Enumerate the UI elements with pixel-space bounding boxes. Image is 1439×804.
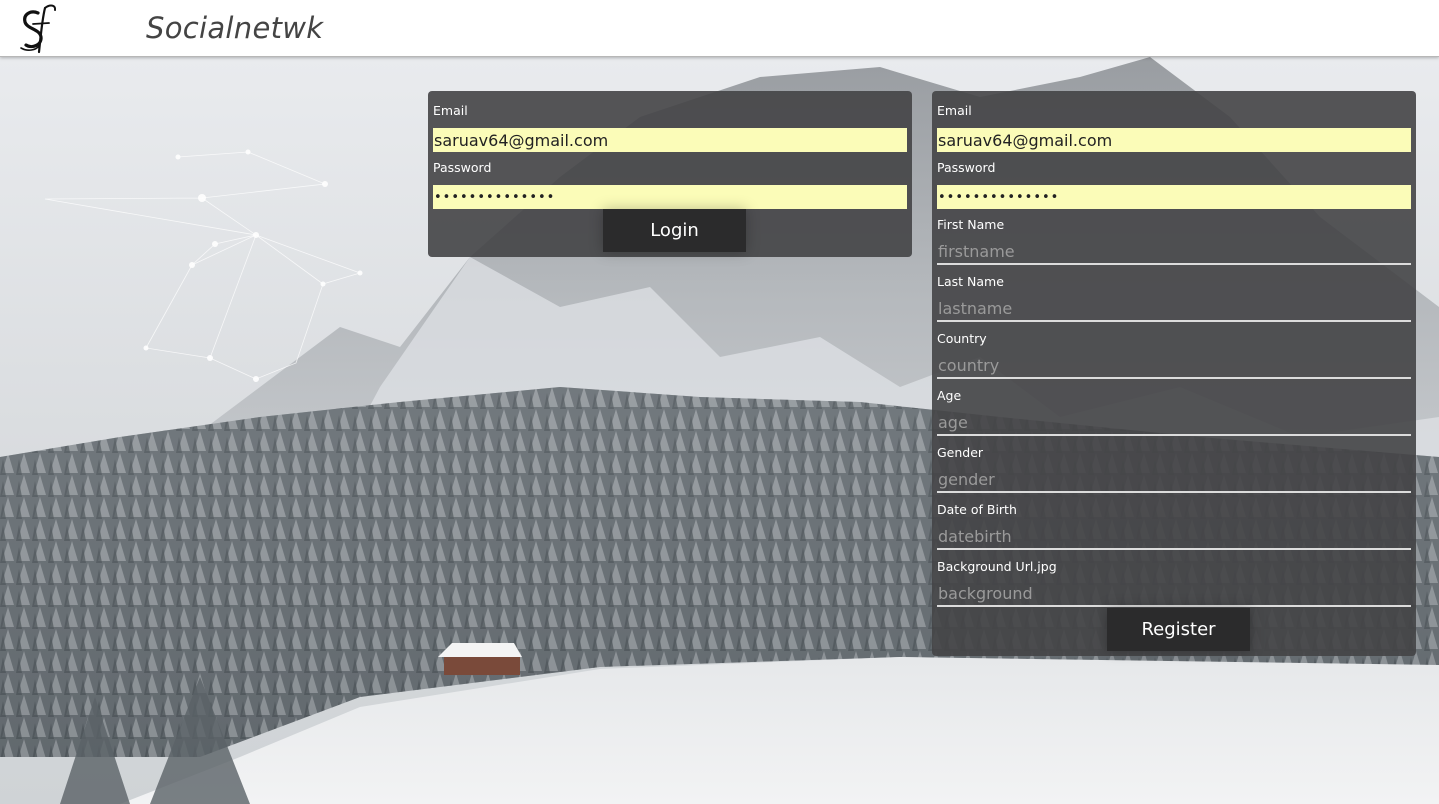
register-email-input[interactable] — [937, 128, 1411, 152]
login-password-input[interactable] — [433, 185, 907, 209]
background-url-label: Background Url.jpg — [937, 559, 1057, 574]
register-password-input[interactable] — [937, 185, 1411, 209]
country-label: Country — [937, 331, 987, 346]
script-sf-logo-icon[interactable] — [14, 2, 62, 54]
age-label: Age — [937, 388, 962, 403]
login-form: Email Password Login — [428, 91, 912, 257]
firstname-label: First Name — [937, 217, 1005, 232]
gender-input[interactable] — [937, 467, 1411, 493]
register-email-label: Email — [937, 103, 972, 118]
datebirth-input[interactable] — [937, 524, 1411, 550]
background-url-input[interactable] — [937, 581, 1411, 607]
register-button[interactable]: Register — [1107, 608, 1250, 651]
register-password-label: Password — [937, 160, 996, 175]
register-form: Email Password First Name Last Name Coun… — [932, 91, 1416, 656]
login-email-input[interactable] — [433, 128, 907, 152]
login-password-label: Password — [433, 160, 492, 175]
login-email-label: Email — [433, 103, 468, 118]
brand-title[interactable]: Socialnetwk — [146, 11, 323, 45]
age-input[interactable] — [937, 410, 1411, 436]
gender-label: Gender — [937, 445, 984, 460]
login-button[interactable]: Login — [603, 209, 746, 252]
lastname-label: Last Name — [937, 274, 1004, 289]
datebirth-label: Date of Birth — [937, 502, 1017, 517]
country-input[interactable] — [937, 353, 1411, 379]
top-header: Socialnetwk — [0, 0, 1439, 57]
firstname-input[interactable] — [937, 239, 1411, 265]
lastname-input[interactable] — [937, 296, 1411, 322]
